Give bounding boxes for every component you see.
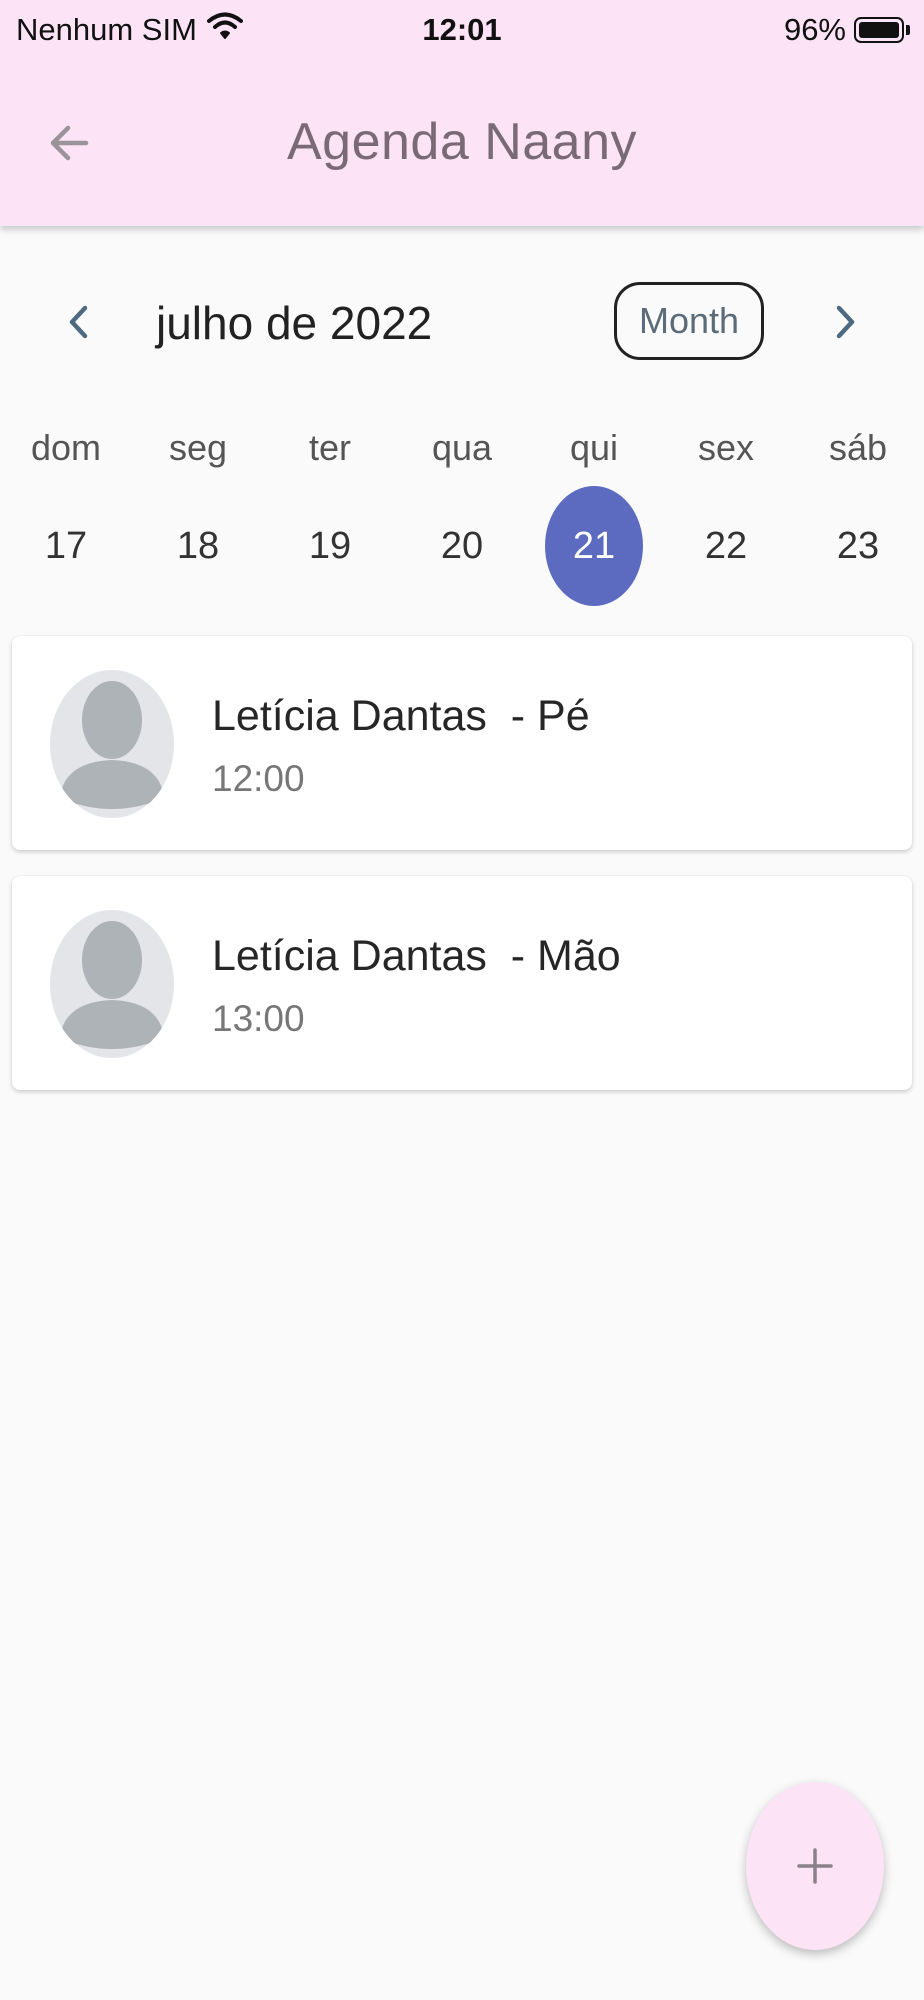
appointment-time: 13:00 xyxy=(212,998,305,1039)
day-number: 23 xyxy=(836,524,880,567)
day-number: 22 xyxy=(704,524,748,567)
calendar-format-button[interactable]: Month xyxy=(614,282,764,360)
chevron-right-icon xyxy=(836,305,855,339)
status-bar: Nenhum SIM 12:01 96% xyxy=(0,0,924,60)
person-placeholder-icon xyxy=(50,910,174,1058)
add-appointment-button[interactable] xyxy=(746,1782,884,1950)
weekday-label: qui xyxy=(569,427,619,468)
battery-status: 96% xyxy=(784,12,910,48)
appointment-title: Letícia Dantas - Mão xyxy=(212,932,621,980)
calendar-day[interactable]: 18 xyxy=(132,486,264,606)
calendar-month-label: julho de 2022 xyxy=(156,297,433,349)
calendar-day[interactable]: 23 xyxy=(792,486,924,606)
page-title: Agenda Naany xyxy=(286,113,638,171)
appointment-card[interactable]: Letícia Dantas - Mão 13:00 xyxy=(12,876,912,1090)
calendar-header: julho de 2022 Month xyxy=(0,272,924,382)
appointment-card[interactable]: Letícia Dantas - Pé 12:00 xyxy=(12,636,912,850)
weekday-label: dom xyxy=(30,427,102,468)
app-bar: Nenhum SIM 12:01 96% Agenda Naany xyxy=(0,0,924,226)
calendar-day[interactable]: 22 xyxy=(660,486,792,606)
calendar-day[interactable]: 17 xyxy=(0,486,132,606)
calendar-day-selected[interactable]: 21 xyxy=(528,486,660,606)
weekday-label: sex xyxy=(697,427,755,468)
appointment-title: Letícia Dantas - Pé xyxy=(212,692,590,740)
weekday-row: dom seg ter qua qui sex sáb xyxy=(0,420,924,476)
day-number: 18 xyxy=(176,524,220,567)
next-week-button[interactable] xyxy=(816,292,876,352)
day-number: 20 xyxy=(440,524,484,567)
appointment-time: 12:00 xyxy=(212,758,305,799)
plus-icon xyxy=(797,1848,833,1884)
weekday-label: seg xyxy=(168,427,228,468)
person-placeholder-icon xyxy=(50,670,174,818)
weekday-label: qua xyxy=(431,427,493,468)
day-number: 19 xyxy=(308,524,352,567)
battery-icon xyxy=(854,17,904,43)
battery-percent: 96% xyxy=(783,12,846,47)
day-number: 21 xyxy=(545,486,643,606)
calendar-day[interactable]: 20 xyxy=(396,486,528,606)
previous-week-button[interactable] xyxy=(48,292,108,352)
day-row: 17 18 19 20 21 22 23 xyxy=(0,486,924,606)
calendar-day[interactable]: 19 xyxy=(264,486,396,606)
day-number: 17 xyxy=(44,524,88,567)
chevron-left-icon xyxy=(69,305,88,339)
weekday-label: ter xyxy=(308,427,351,468)
weekday-label: sáb xyxy=(828,427,888,468)
